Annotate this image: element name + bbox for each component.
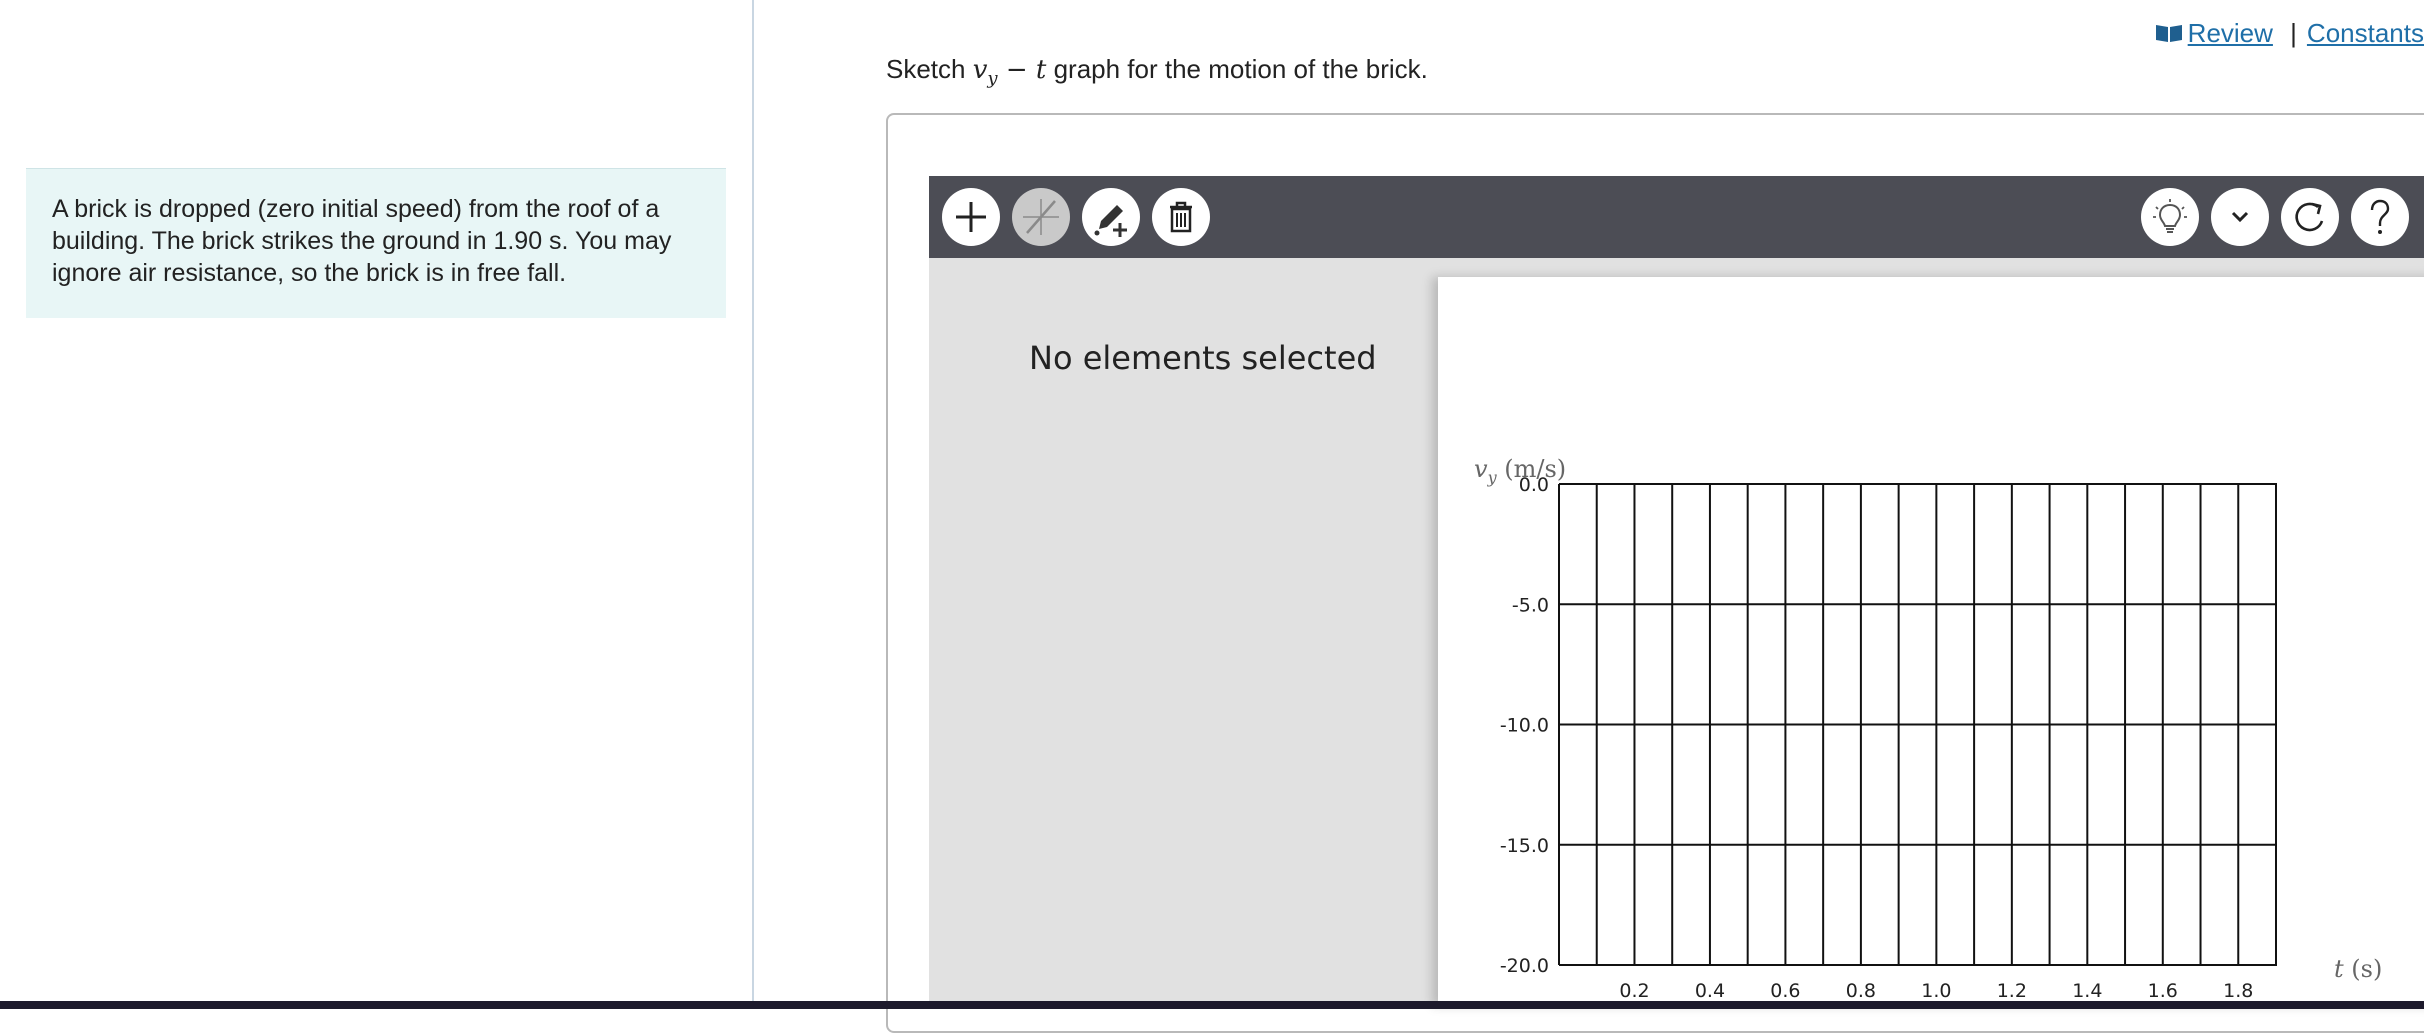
problem-statement: A brick is dropped (zero initial speed) … — [26, 168, 726, 318]
x-tick-label: 0.6 — [1770, 980, 1800, 1002]
x-tick-label: 1.4 — [2072, 980, 2102, 1002]
y-tick-label: -20.0 — [1500, 955, 1549, 977]
x-axis-label: t (s) — [2334, 955, 2382, 983]
selection-status: No elements selected — [1029, 339, 1377, 377]
draw-tool-button[interactable] — [1082, 188, 1140, 246]
link-separator: | — [2290, 18, 2297, 48]
x-tick-label: 0.4 — [1695, 980, 1725, 1002]
prompt-math: vy − t — [972, 55, 1047, 89]
graphing-tool: No elements selected 0.0 -5.0 -10.0 -15.0 -2… — [929, 176, 2424, 1006]
options-button[interactable] — [2211, 188, 2269, 246]
reset-button[interactable] — [2281, 188, 2339, 246]
delete-button[interactable] — [1152, 188, 1210, 246]
review-link[interactable]: Review — [2154, 18, 2280, 48]
pane-divider[interactable] — [752, 0, 754, 1001]
y-tick-labels: 0.0-5.0-10.0-15.0-20.0 — [1500, 474, 1549, 977]
x-tick-label: 0.2 — [1619, 980, 1649, 1002]
lightbulb-icon — [2153, 199, 2187, 233]
redo-icon — [2295, 202, 2324, 232]
math-v: v — [972, 55, 988, 85]
bottom-edge — [0, 1001, 2424, 1009]
x-tick-label: 1.8 — [2223, 980, 2253, 1002]
line-cross-icon — [1023, 199, 1059, 235]
x-tick-label: 1.2 — [1997, 980, 2027, 1002]
review-link-text[interactable]: Review — [2188, 18, 2273, 48]
x-tick-label: 1.0 — [1921, 980, 1951, 1002]
top-links: Review | Constants — [2154, 18, 2424, 49]
constants-link[interactable]: Constants — [2307, 18, 2424, 48]
question-prompt: Sketch vy − t graph for the motion of th… — [886, 54, 1428, 89]
y-axis-label: vy (m/s) — [1474, 455, 1566, 487]
x-tick-label: 0.8 — [1846, 980, 1876, 1002]
y-tick-label: -10.0 — [1500, 715, 1549, 737]
book-icon — [2155, 25, 2182, 42]
line-tool-button[interactable] — [1012, 188, 1070, 246]
graph-grid — [1558, 483, 2277, 966]
math-rest: − t — [997, 55, 1047, 85]
add-point-button[interactable] — [942, 188, 1000, 246]
graph-toolbar — [929, 176, 2424, 258]
pencil-plus-icon — [1094, 205, 1127, 237]
vy-t-graph[interactable]: 0.0-5.0-10.0-15.0-20.0 0.2 0.4 0.6 0.8 1.0 1.… — [1438, 277, 2424, 1006]
x-tick-labels: 0.2 0.4 0.6 0.8 1.0 1.2 1.4 1.6 1.8 — [1619, 980, 2253, 1002]
graph-panel[interactable]: 0.0 -5.0 -10.0 -15.0 -20.0 0.2 0.4 0.6 0.8 1.0 1.… — [1438, 277, 2424, 1006]
plus-icon — [956, 202, 986, 232]
math-sub: y — [987, 68, 998, 89]
help-button[interactable] — [2351, 188, 2409, 246]
problem-pane: A brick is dropped (zero initial speed) … — [0, 0, 752, 1001]
prompt-text-before: Sketch — [886, 54, 973, 84]
chevron-down-icon — [2231, 211, 2249, 223]
question-icon — [2370, 199, 2390, 234]
y-tick-label: -5.0 — [1512, 594, 1549, 616]
prompt-text-after: graph for the motion of the brick. — [1046, 54, 1428, 84]
trash-icon — [1170, 201, 1192, 233]
y-tick-label: -15.0 — [1500, 835, 1549, 857]
x-tick-label: 1.6 — [2148, 980, 2178, 1002]
hint-button[interactable] — [2141, 188, 2199, 246]
